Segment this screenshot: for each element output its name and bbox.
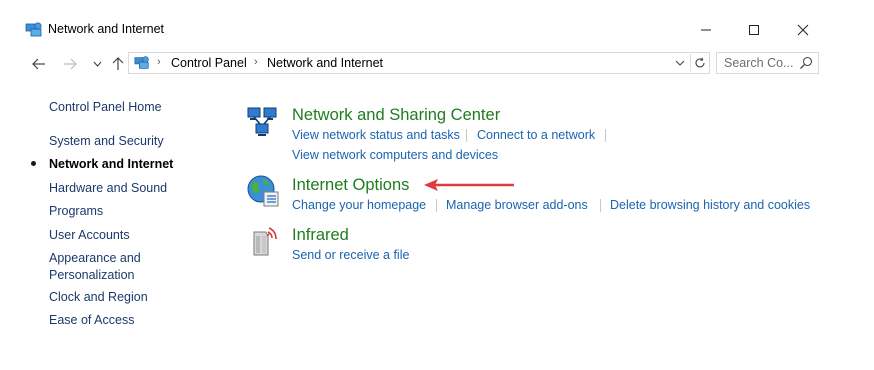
link-divider [466,129,467,142]
link-manage-browser-addons[interactable]: Manage browser add-ons [446,198,588,212]
search-icon[interactable] [799,56,813,70]
category-title-infrared[interactable]: Infrared [292,226,349,245]
chevron-right-icon[interactable]: › [254,56,258,68]
sidebar-item-clock-and-region[interactable]: Clock and Region [49,289,148,305]
infrared-icon[interactable] [246,224,280,258]
chevron-down-icon[interactable] [86,53,108,75]
maximize-button[interactable] [731,14,777,46]
refresh-icon [695,57,705,68]
forward-arrow-icon[interactable] [59,53,81,75]
link-connect-to-network[interactable]: Connect to a network [477,128,595,142]
address-bar[interactable]: › Control Panel › Network and Internet [128,52,710,74]
close-button[interactable] [780,14,826,46]
link-view-network-computers[interactable]: View network computers and devices [292,148,498,162]
sidebar-item-ease-of-access[interactable]: Ease of Access [49,312,134,328]
breadcrumb-control-panel[interactable]: Control Panel [171,56,247,70]
link-delete-browsing-history[interactable]: Delete browsing history and cookies [610,198,810,212]
minimize-button[interactable] [683,14,729,46]
network-globe-icon [25,21,43,39]
up-arrow-icon[interactable] [107,53,129,75]
sidebar-item-hardware-and-sound[interactable]: Hardware and Sound [49,180,167,196]
network-globe-icon [134,55,150,71]
search-box[interactable] [716,52,819,74]
link-send-or-receive-file[interactable]: Send or receive a file [292,248,409,262]
title-bar: Network and Internet [0,0,874,48]
link-view-network-status[interactable]: View network status and tasks [292,128,460,142]
search-input[interactable] [717,53,802,73]
link-divider [605,129,606,142]
window-title: Network and Internet [48,22,165,36]
network-sharing-icon[interactable] [246,105,280,139]
sidebar-item-programs[interactable]: Programs [49,203,103,219]
sidebar-item-system-and-security[interactable]: System and Security [49,133,164,149]
internet-options-icon[interactable] [246,174,280,208]
chevron-right-icon[interactable]: › [157,56,161,68]
sidebar-item-control-panel-home[interactable]: Control Panel Home [49,99,162,115]
sidebar-item-user-accounts[interactable]: User Accounts [49,227,130,243]
link-divider [600,199,601,212]
refresh-button[interactable] [690,54,709,72]
active-bullet [31,161,36,166]
sidebar-item-appearance-and-personalization-line2[interactable]: Personalization [49,267,134,283]
category-title-network-and-sharing-center[interactable]: Network and Sharing Center [292,106,500,125]
address-dropdown-button[interactable] [671,54,689,72]
sidebar-item-network-and-internet[interactable]: Network and Internet [49,156,173,172]
annotation-arrow-icon [424,177,516,198]
category-title-internet-options[interactable]: Internet Options [292,176,409,195]
sidebar-item-appearance-and-personalization[interactable]: Appearance and [49,250,141,266]
link-change-homepage[interactable]: Change your homepage [292,198,426,212]
link-divider [436,199,437,212]
breadcrumb-network-and-internet[interactable]: Network and Internet [267,56,383,70]
back-arrow-icon[interactable] [28,53,50,75]
